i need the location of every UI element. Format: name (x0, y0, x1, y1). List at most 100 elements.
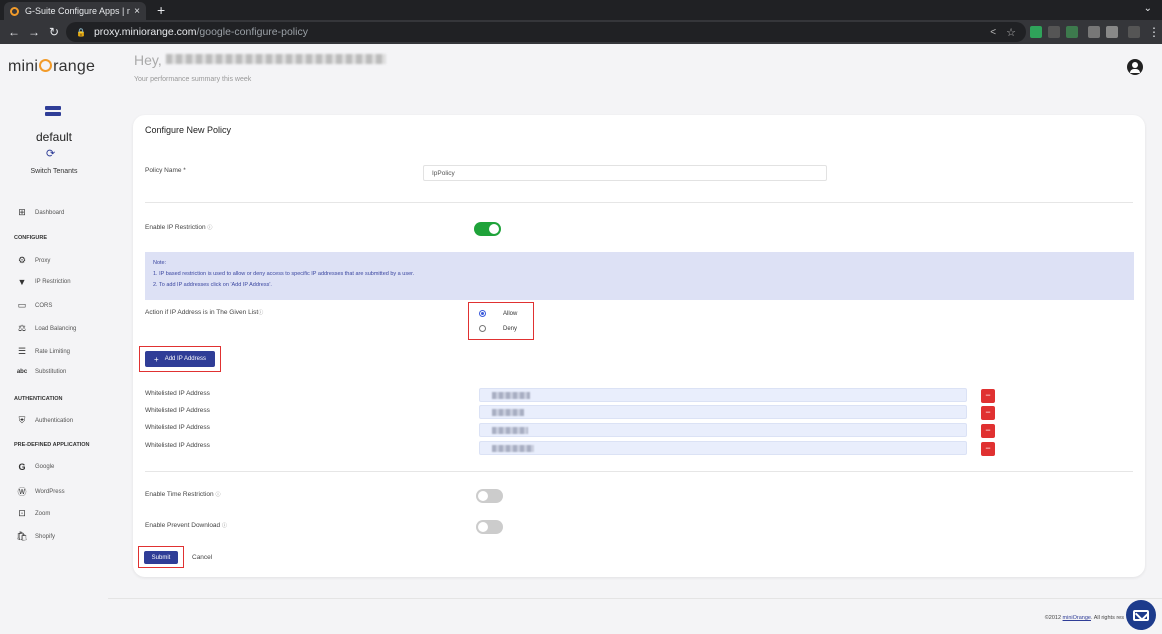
tenant-name: default (35, 130, 73, 144)
sidebar-item-cors[interactable]: ▭ CORS (16, 300, 53, 311)
action-label-text: Action if IP Address is in The Given Lis… (145, 309, 259, 316)
radio-deny-dot[interactable] (479, 325, 486, 332)
extension-icon[interactable] (1066, 26, 1078, 38)
browser-tab[interactable]: G-Suite Configure Apps | mi × (4, 2, 146, 20)
tab-search-icon[interactable]: ⌄ (1144, 3, 1152, 14)
note-box: Note: 1. IP based restriction is used to… (145, 252, 1134, 300)
remove-ip-button[interactable]: − (981, 406, 995, 420)
extension-icon[interactable] (1048, 26, 1060, 38)
time-restriction-toggle[interactable] (476, 489, 503, 503)
sidebar-item-authentication[interactable]: ⛨ Authentication (16, 415, 73, 426)
footer-brand-link[interactable]: miniOrange (1063, 615, 1091, 621)
sidebar-item-substitution[interactable]: abc Substitution (16, 369, 67, 375)
policy-name-label: Policy Name * (145, 167, 186, 174)
action-radio-group: Allow Deny (468, 302, 534, 340)
note-line-1: 1. IP based restriction is used to allow… (153, 271, 415, 277)
forward-icon[interactable]: → (24, 25, 44, 39)
sidebar-item-zoom[interactable]: ⊡ Zoom (16, 508, 50, 519)
balance-icon: ⚖ (17, 323, 27, 333)
cancel-button[interactable]: Cancel (192, 554, 212, 561)
close-tab-icon[interactable]: × (134, 6, 140, 17)
sync-icon[interactable]: ⟳ (46, 147, 55, 160)
sidebar-item-proxy[interactable]: ⚙ Proxy (16, 255, 50, 266)
note-title: Note: (153, 260, 167, 266)
performance-subtitle: Your performance summary this week (134, 76, 252, 83)
google-icon: G (18, 462, 26, 472)
whitelist-ip-input[interactable] (479, 423, 967, 437)
footer-rights: . All rights res (1090, 615, 1124, 621)
ip-restriction-toggle[interactable] (474, 222, 501, 236)
gear-icon: ⚙ (17, 255, 27, 265)
divider (145, 471, 1133, 472)
sidebar-item-label: Substitution (35, 369, 67, 375)
url-host: proxy.miniorange.com (93, 26, 197, 38)
sidebar-item-wordpress[interactable]: Ⓦ WordPress (16, 485, 64, 498)
radio-allow[interactable]: Allow (479, 310, 517, 317)
whitelist-ip-input[interactable] (479, 388, 967, 402)
sidebar-item-google[interactable]: G Google (16, 462, 54, 472)
info-icon: ⓘ (207, 225, 213, 231)
remove-ip-button[interactable]: − (981, 389, 995, 403)
envelope-icon (1133, 609, 1149, 621)
profile-icon[interactable] (1128, 26, 1140, 38)
footer-copyright: ©2012 (1044, 615, 1062, 621)
sidebar-item-load-balancing[interactable]: ⚖ Load Balancing (16, 323, 76, 334)
redacted-ip (492, 409, 524, 416)
menu-icon[interactable]: ⋮ (1144, 25, 1162, 39)
star-icon[interactable]: ☆ (1006, 26, 1016, 39)
greeting: Hey, (134, 52, 386, 68)
sidebar-item-label: Authentication (35, 417, 74, 424)
add-ip-highlight: + Add IP Address (139, 346, 221, 372)
logo[interactable]: mini range (8, 58, 95, 76)
extension-icon[interactable] (1088, 26, 1100, 38)
address-bar[interactable]: 🔒 proxy.miniorange.com /google-configure… (66, 22, 1026, 42)
whitelist-ip-input[interactable] (479, 405, 967, 419)
logo-text: mini (8, 58, 39, 75)
sidebar-item-label: Dashboard (35, 209, 65, 216)
info-icon: ⓘ (215, 492, 221, 498)
remove-ip-button[interactable]: − (981, 442, 995, 456)
sidebar-item-shopify[interactable]: 🛍 Shopify (16, 531, 55, 542)
policy-name-input[interactable]: IpPolicy (423, 165, 827, 181)
sidebar-item-label: Rate Limiting (35, 348, 71, 355)
sidebar-item-ip-restriction[interactable]: ▼ IP Restriction (16, 277, 71, 287)
back-icon[interactable]: ← (4, 25, 24, 39)
user-account-icon[interactable] (1127, 59, 1143, 75)
remove-ip-button[interactable]: − (981, 424, 995, 438)
whitelist-ip-input[interactable] (479, 441, 967, 455)
sidebar-item-rate-limiting[interactable]: ☰ Rate Limiting (16, 346, 70, 357)
new-tab-button[interactable]: + (157, 2, 165, 18)
lock-icon[interactable]: 🔒 (76, 28, 86, 37)
sidebar: mini range default ⟳ Switch Tenants ⊞ Dash… (0, 44, 108, 634)
browser-tabstrip: G-Suite Configure Apps | mi × + ⌄ (0, 0, 1162, 20)
switch-tenants-link[interactable]: Switch Tenants (0, 168, 108, 175)
tab-title: G-Suite Configure Apps | mi (25, 6, 131, 16)
extension-icon[interactable] (1106, 26, 1118, 38)
whitelist-label: Whitelisted IP Address (145, 442, 210, 449)
submit-button[interactable]: Submit (144, 551, 178, 564)
laptop-icon: ▭ (17, 300, 27, 310)
reload-icon[interactable]: ↻ (44, 25, 64, 39)
ip-restriction-label: Enable IP Restriction ⓘ (145, 224, 212, 231)
footer: ©2012 miniOrange. All rights res (1045, 615, 1124, 621)
sidebar-item-label: IP Restriction (35, 279, 71, 285)
redacted-ip (492, 392, 530, 399)
shopify-icon: 🛍 (16, 531, 28, 541)
toggle-knob (478, 491, 488, 501)
add-ip-address-button[interactable]: + Add IP Address (145, 351, 215, 367)
sidebar-item-label: Load Balancing (35, 325, 77, 332)
extension-icon[interactable] (1030, 26, 1042, 38)
logo-text: range (53, 58, 96, 75)
mail-icon[interactable] (1126, 600, 1156, 630)
share-icon[interactable]: < (990, 27, 996, 38)
policy-card: Configure New Policy Policy Name * IpPol… (133, 115, 1145, 577)
radio-allow-dot[interactable] (479, 310, 486, 317)
radio-allow-label: Allow (503, 310, 518, 317)
redacted-email (165, 54, 386, 64)
note-line-2: 2. To add IP addresses click on 'Add IP … (153, 282, 272, 288)
radio-deny[interactable]: Deny (479, 325, 517, 332)
prevent-download-toggle[interactable] (476, 520, 503, 534)
redacted-ip (492, 427, 528, 434)
sidebar-item-dashboard[interactable]: ⊞ Dashboard (16, 207, 64, 218)
whitelist-label: Whitelisted IP Address (145, 407, 210, 414)
